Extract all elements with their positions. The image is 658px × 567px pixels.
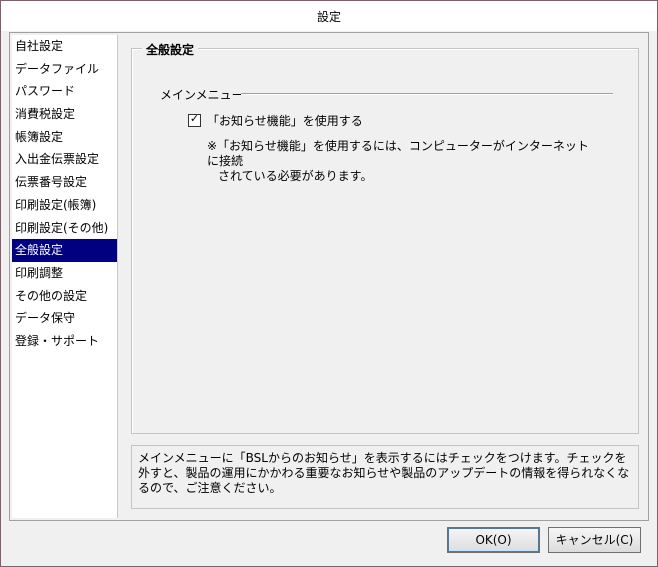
help-description-box: メインメニューに「BSLからのお知らせ」を表示するにはチェックをつけます。チェッ… xyxy=(131,445,639,509)
nav-item-slip-number-settings[interactable]: 伝票番号設定 xyxy=(12,171,117,194)
notice-feature-checkbox[interactable]: ✓ xyxy=(188,112,201,127)
nav-item-data-file[interactable]: データファイル xyxy=(12,58,117,81)
nav-item-data-maintenance[interactable]: データ保守 xyxy=(12,307,117,330)
section-divider xyxy=(241,93,613,95)
cancel-button[interactable]: キャンセル(C) xyxy=(548,527,641,553)
notice-requirement-note: ※「お知らせ機能」を使用するには、コンピューターがインターネットに接続 されてい… xyxy=(207,139,597,184)
note-line-2: されている必要があります。 xyxy=(218,169,373,183)
nav-item-other-settings[interactable]: その他の設定 xyxy=(12,285,117,308)
nav-item-general-settings[interactable]: 全般設定 xyxy=(12,239,117,262)
nav-item-password[interactable]: パスワード xyxy=(12,80,117,103)
nav-item-print-other[interactable]: 印刷設定(その他) xyxy=(12,217,117,240)
title-bar: 設定 xyxy=(1,1,657,31)
group-title: 全般設定 xyxy=(142,41,199,58)
note-line-1: ※「お知らせ機能」を使用するには、コンピューターがインターネットに接続 xyxy=(207,139,589,168)
notice-feature-label[interactable]: 「お知らせ機能」を使用する xyxy=(207,112,363,129)
nav-item-print-ledger[interactable]: 印刷設定(帳簿) xyxy=(12,194,117,217)
nav-item-ledger-settings[interactable]: 帳簿設定 xyxy=(12,126,117,149)
window-title: 設定 xyxy=(316,10,341,24)
general-settings-group: 全般設定 メインメニュー ✓ 「お知らせ機能」を使用する ※「お知らせ機能」を使… xyxy=(131,41,639,434)
nav-item-registration-support[interactable]: 登録・サポート xyxy=(12,330,117,353)
nav-item-print-adjust[interactable]: 印刷調整 xyxy=(12,262,117,285)
settings-category-list[interactable]: 自社設定 データファイル パスワード 消費税設定 帳簿設定 入出金伝票設定 伝票… xyxy=(12,35,118,518)
dialog-body: 自社設定 データファイル パスワード 消費税設定 帳簿設定 入出金伝票設定 伝票… xyxy=(9,32,649,521)
checkmark-icon: ✓ xyxy=(189,112,200,125)
notice-feature-option[interactable]: ✓ 「お知らせ機能」を使用する xyxy=(188,112,363,129)
nav-item-cash-slip-settings[interactable]: 入出金伝票設定 xyxy=(12,148,117,171)
nav-item-company-settings[interactable]: 自社設定 xyxy=(12,35,117,58)
main-menu-section-label: メインメニュー xyxy=(160,86,250,103)
ok-button[interactable]: OK(O) xyxy=(447,527,540,553)
settings-dialog: 設定 自社設定 データファイル パスワード 消費税設定 帳簿設定 入出金伝票設定… xyxy=(0,0,658,567)
nav-item-consumption-tax[interactable]: 消費税設定 xyxy=(12,103,117,126)
help-description-text: メインメニューに「BSLからのお知らせ」を表示するにはチェックをつけます。チェッ… xyxy=(138,451,630,495)
